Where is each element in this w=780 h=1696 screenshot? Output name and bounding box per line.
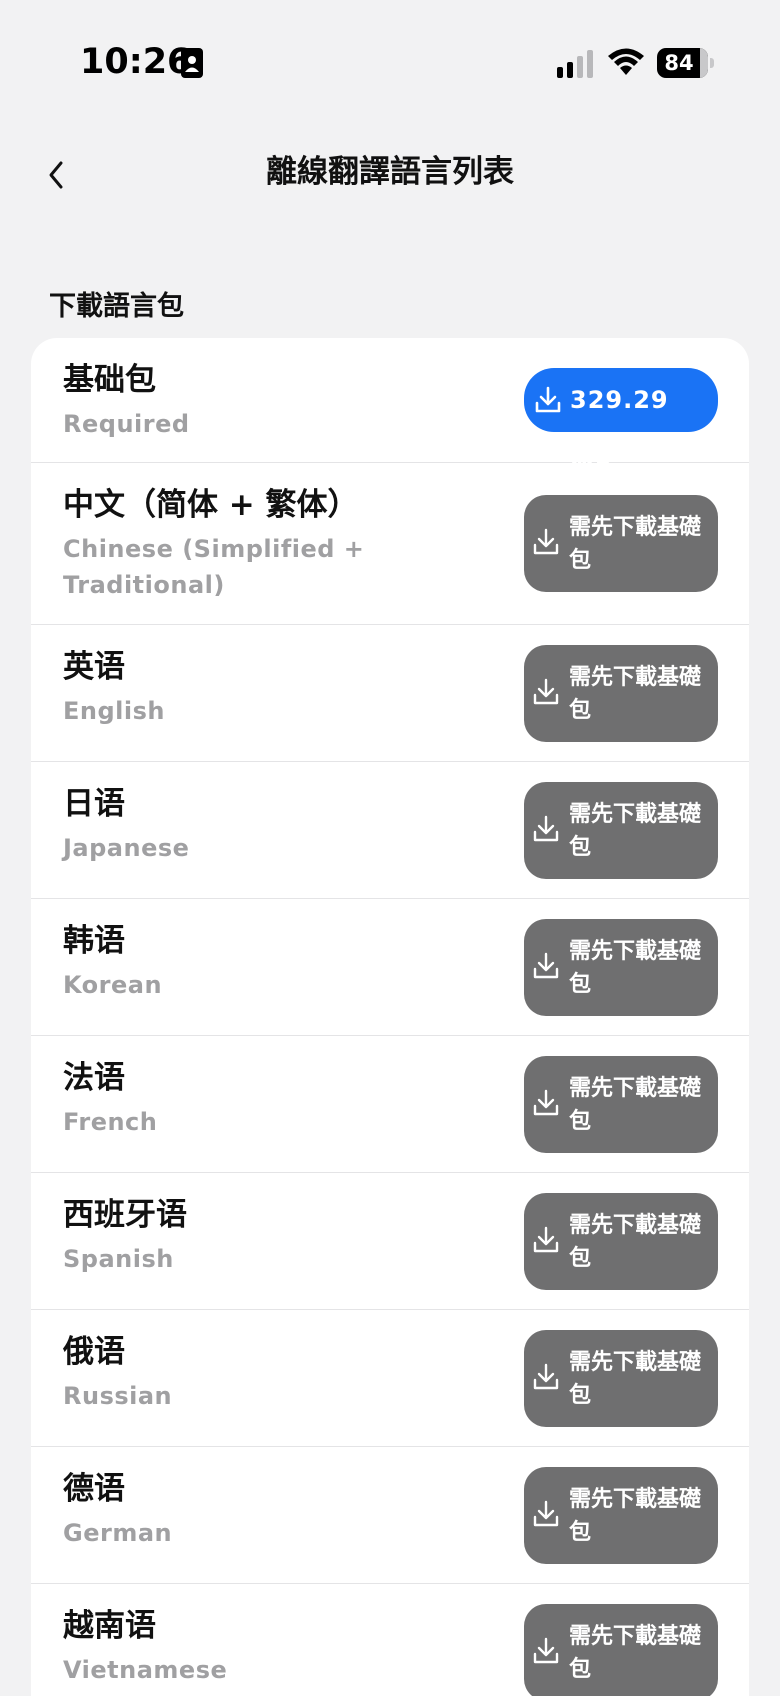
language-subtitle: French: [63, 1108, 158, 1136]
download-button-label: 需先下載基礎包: [569, 1076, 702, 1134]
language-name: 中文（简体 + 繁体）: [63, 487, 359, 523]
download-language-button[interactable]: 需先下載基礎包: [524, 1467, 718, 1564]
status-time: 10:26: [80, 42, 192, 82]
download-icon: [535, 386, 561, 413]
list-item-base-pack: 基础包 Required 329.29 MB: [31, 338, 749, 478]
language-subtitle: German: [63, 1519, 173, 1547]
language-list: 基础包 Required 329.29 MB 中文（简体 + 繁体） Chine…: [31, 338, 749, 1696]
download-base-pack-button[interactable]: 329.29 MB: [524, 368, 718, 478]
list-item-language: 中文（简体 + 繁体） Chinese (Simplified + Tradit…: [31, 463, 749, 625]
language-name: 韩语: [63, 923, 125, 959]
download-icon: [533, 678, 559, 705]
chevron-left-icon: [49, 161, 63, 189]
language-name: 德语: [63, 1471, 125, 1507]
language-name: 越南语: [63, 1608, 156, 1644]
download-button-label: 需先下載基礎包: [569, 1350, 702, 1408]
download-icon: [533, 815, 559, 842]
language-subtitle: Russian: [63, 1382, 173, 1410]
battery-level: 84: [664, 51, 694, 75]
language-subtitle: Required: [63, 410, 190, 438]
download-language-button[interactable]: 需先下載基礎包: [524, 782, 718, 879]
battery-icon: 84: [657, 48, 714, 78]
language-subtitle: Chinese (Simplified + Traditional): [63, 535, 365, 599]
language-subtitle: Spanish: [63, 1245, 174, 1273]
language-name: 基础包: [63, 362, 156, 398]
language-subtitle: Korean: [63, 971, 163, 999]
language-subtitle: English: [63, 697, 165, 725]
page-title: 離線翻譯語言列表: [266, 154, 514, 190]
download-icon: [533, 952, 559, 979]
download-language-button[interactable]: 需先下載基礎包: [524, 1056, 718, 1153]
download-language-button[interactable]: 需先下載基礎包: [524, 495, 718, 592]
status-bar: 10:26 84: [0, 0, 780, 110]
list-item-language: 越南语 Vietnamese 需先下載基礎包: [31, 1584, 749, 1696]
download-icon: [533, 1500, 559, 1527]
download-language-button[interactable]: 需先下載基礎包: [524, 1193, 718, 1290]
download-icon: [533, 1226, 559, 1253]
section-header: 下載語言包: [49, 291, 184, 322]
download-language-button[interactable]: 需先下載基礎包: [524, 1604, 718, 1696]
language-name: 西班牙语: [63, 1197, 187, 1233]
list-item-language: 日语 Japanese 需先下載基礎包: [31, 762, 749, 899]
download-language-button[interactable]: 需先下載基礎包: [524, 645, 718, 742]
download-icon: [533, 1363, 559, 1390]
download-button-label: 需先下載基礎包: [569, 1624, 702, 1682]
download-button-label: 需先下載基礎包: [569, 802, 702, 860]
download-button-label: 需先下載基礎包: [569, 1213, 702, 1271]
download-icon: [533, 1637, 559, 1664]
list-item-language: 德语 German 需先下載基礎包: [31, 1447, 749, 1584]
contact-card-icon: [181, 48, 203, 78]
language-subtitle: Vietnamese: [63, 1656, 228, 1684]
download-language-button[interactable]: 需先下載基礎包: [524, 1330, 718, 1427]
download-language-button[interactable]: 需先下載基礎包: [524, 919, 718, 1016]
list-item-language: 英语 English 需先下載基礎包: [31, 625, 749, 762]
cellular-signal-icon: [557, 50, 593, 78]
language-name: 英语: [63, 649, 125, 685]
language-subtitle: Japanese: [63, 834, 190, 862]
download-button-label: 需先下載基礎包: [569, 665, 702, 723]
language-name: 日语: [63, 786, 125, 822]
list-item-language: 俄语 Russian 需先下載基礎包: [31, 1310, 749, 1447]
wifi-icon: [608, 48, 644, 75]
download-icon: [533, 1089, 559, 1116]
list-item-language: 西班牙语 Spanish 需先下載基礎包: [31, 1173, 749, 1310]
back-button[interactable]: [36, 150, 76, 200]
list-item-language: 法语 French 需先下載基礎包: [31, 1036, 749, 1173]
download-icon: [533, 528, 559, 555]
list-item-language: 韩语 Korean 需先下載基礎包: [31, 899, 749, 1036]
download-button-label: 需先下載基礎包: [569, 515, 702, 573]
download-button-label: 需先下載基礎包: [569, 939, 702, 997]
download-button-label: 需先下載基礎包: [569, 1487, 702, 1545]
language-name: 法语: [63, 1060, 125, 1096]
language-name: 俄语: [63, 1334, 125, 1370]
